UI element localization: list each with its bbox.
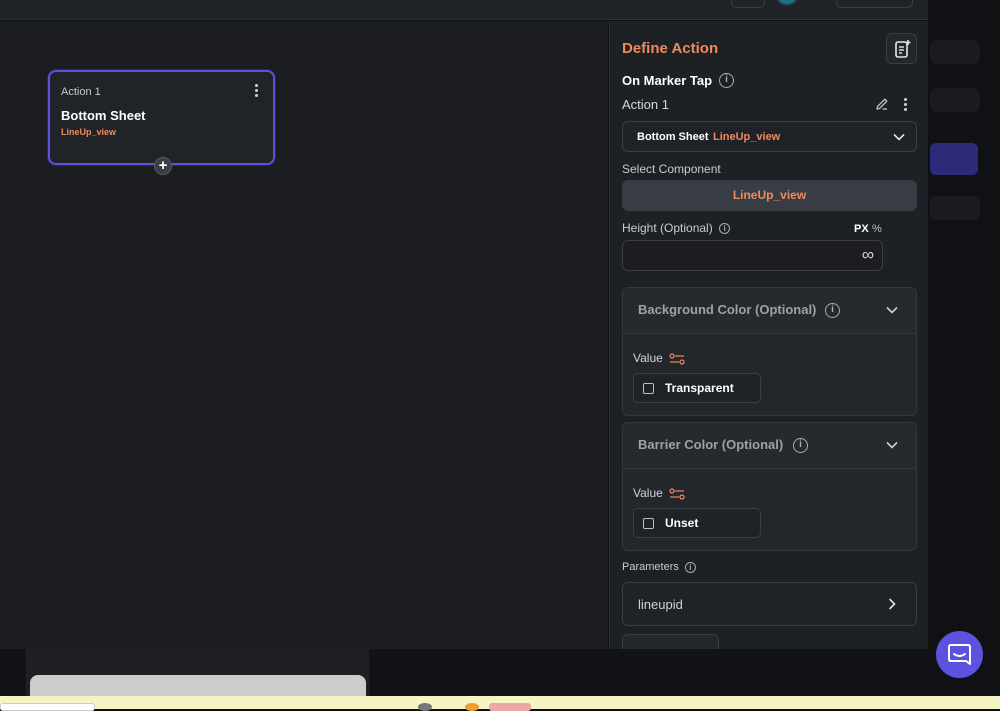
chat-bubble-icon bbox=[948, 644, 971, 665]
barrier-color-header[interactable]: Barrier Color (Optional) i bbox=[623, 423, 916, 469]
avatar[interactable] bbox=[776, 0, 798, 6]
height-input[interactable]: ∞ bbox=[622, 240, 883, 271]
note-add-button[interactable] bbox=[886, 33, 917, 64]
action-name: Action 1 bbox=[622, 97, 669, 112]
info-icon[interactable]: i bbox=[684, 561, 696, 573]
action-node-card[interactable]: Action 1 Bottom Sheet LineUp_view + bbox=[48, 70, 275, 175]
note-add-icon bbox=[895, 40, 911, 58]
parameters-label: Parameters i bbox=[622, 561, 696, 573]
node-component: LineUp_view bbox=[61, 127, 117, 137]
height-value: ∞ bbox=[861, 245, 874, 264]
info-icon[interactable]: i bbox=[825, 303, 840, 318]
background-item bbox=[930, 40, 980, 64]
kebab-menu-icon[interactable] bbox=[255, 84, 259, 98]
transparent-checkbox[interactable]: Transparent bbox=[633, 373, 761, 403]
pencil-icon[interactable] bbox=[874, 96, 890, 112]
node-title: Bottom Sheet bbox=[61, 108, 146, 123]
background-color-header[interactable]: Background Color (Optional) i bbox=[623, 288, 916, 334]
add-action-button[interactable]: + bbox=[154, 157, 172, 175]
select-action-type: Bottom Sheet bbox=[637, 131, 709, 143]
variable-sliders-icon[interactable] bbox=[669, 488, 685, 500]
taskbar-app-icon[interactable] bbox=[489, 703, 531, 711]
select-component-label: Select Component bbox=[622, 162, 721, 176]
background-item bbox=[930, 196, 980, 220]
checkbox-label: Unset bbox=[665, 516, 699, 530]
taskbar-search[interactable] bbox=[0, 703, 95, 711]
unset-checkbox[interactable]: Unset bbox=[633, 508, 761, 538]
variable-sliders-icon[interactable] bbox=[669, 353, 685, 365]
checkbox[interactable] bbox=[643, 518, 654, 529]
add-parameter-button[interactable] bbox=[622, 634, 719, 649]
parameter-row[interactable]: lineupid bbox=[622, 582, 917, 626]
background-color-title: Background Color (Optional) bbox=[638, 302, 817, 317]
action-flow-canvas[interactable]: Action 1 Bottom Sheet LineUp_view + bbox=[0, 21, 608, 649]
unit-percent-toggle[interactable]: % bbox=[872, 223, 882, 235]
chat-button[interactable] bbox=[936, 631, 983, 678]
taskbar-app-icon[interactable] bbox=[418, 703, 432, 711]
top-toolbar-button[interactable] bbox=[731, 0, 765, 8]
component-button[interactable]: LineUp_view bbox=[622, 180, 917, 211]
taskbar-app-icon[interactable] bbox=[465, 703, 479, 711]
chevron-right-icon bbox=[888, 598, 896, 610]
checkbox[interactable] bbox=[643, 383, 654, 394]
unit-px-toggle[interactable]: PX bbox=[854, 223, 869, 235]
preview-sheet bbox=[30, 675, 366, 696]
kebab-menu-icon[interactable] bbox=[904, 98, 907, 113]
background-item bbox=[930, 88, 980, 112]
background-color-group: Background Color (Optional) i Value Tran… bbox=[622, 287, 917, 416]
select-action-component: LineUp_view bbox=[713, 131, 781, 143]
background-button bbox=[930, 143, 978, 175]
top-bar bbox=[0, 0, 928, 20]
info-icon[interactable]: i bbox=[719, 73, 734, 88]
info-icon[interactable]: i bbox=[719, 223, 731, 235]
barrier-color-title: Barrier Color (Optional) bbox=[638, 437, 784, 452]
node-header: Action 1 bbox=[61, 86, 101, 98]
parameter-name: lineupid bbox=[638, 597, 683, 612]
chevron-down-icon bbox=[893, 133, 905, 141]
action-type-select[interactable]: Bottom Sheet LineUp_view bbox=[622, 121, 917, 152]
barrier-color-group: Barrier Color (Optional) i Value Unset bbox=[622, 422, 917, 551]
info-icon[interactable]: i bbox=[793, 438, 808, 453]
chevron-down-icon bbox=[886, 441, 898, 449]
define-action-panel: Define Action On Marker Tap i Action 1 B… bbox=[609, 21, 928, 649]
value-label: Value bbox=[633, 351, 663, 365]
checkbox-label: Transparent bbox=[665, 381, 734, 395]
top-action-button[interactable] bbox=[836, 0, 913, 8]
chevron-down-icon bbox=[886, 306, 898, 314]
panel-title: Define Action bbox=[622, 40, 719, 57]
trigger-label: On Marker Tap bbox=[622, 73, 713, 88]
height-label: Height (Optional) i bbox=[622, 221, 731, 235]
value-label: Value bbox=[633, 486, 663, 500]
